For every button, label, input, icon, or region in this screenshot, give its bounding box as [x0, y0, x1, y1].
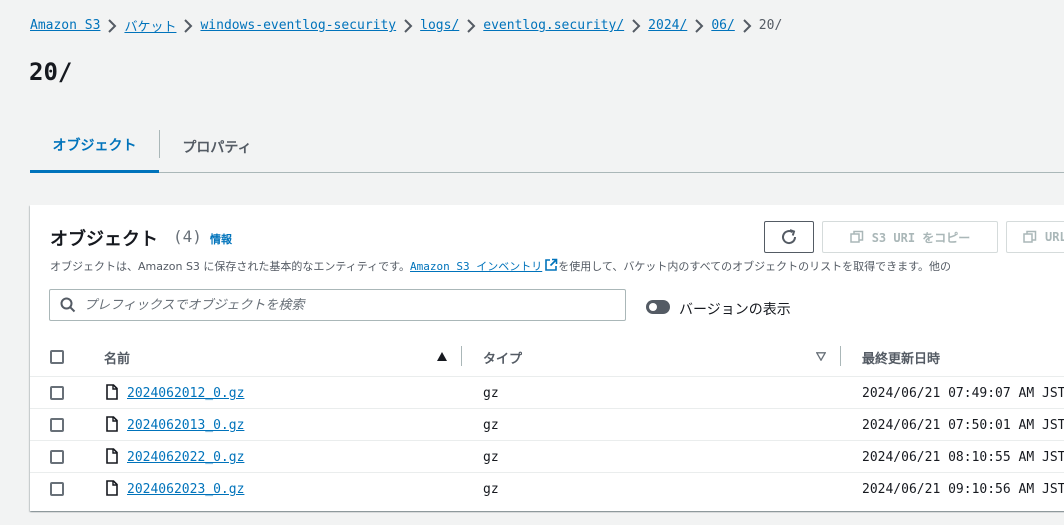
copy-s3-uri-button[interactable]: S3 URI をコピー [822, 221, 998, 253]
objects-table: 名前 タイプ 最終更新日時 2024062012_0.gz gz 2024/06… [30, 338, 1064, 505]
column-header-last-modified[interactable]: 最終更新日時 [862, 348, 940, 367]
breadcrumb: Amazon S3 バケット windows-eventlog-security… [30, 16, 782, 35]
breadcrumb-item-2024[interactable]: 2024/ [648, 18, 687, 33]
external-link-icon [545, 258, 558, 271]
file-type: gz [483, 386, 499, 401]
objects-panel: オブジェクト (4) 情報 S3 URI をコピー URL オブジェクトは、Am… [30, 205, 1064, 511]
file-name-link[interactable]: 2024062012_0.gz [127, 386, 244, 401]
show-versions-toggle[interactable] [646, 300, 670, 314]
row-checkbox[interactable] [50, 418, 64, 432]
file-icon [106, 448, 118, 464]
table-row: 2024062012_0.gz gz 2024/06/21 07:49:07 A… [30, 377, 1064, 409]
refresh-button[interactable] [764, 221, 814, 253]
chevron-right-icon [687, 18, 711, 33]
table-row: 2024062023_0.gz gz 2024/06/21 09:10:56 A… [30, 473, 1064, 505]
toggle-knob [649, 303, 657, 311]
tab-objects[interactable]: オブジェクト [30, 120, 159, 173]
table-header: 名前 タイプ 最終更新日時 [30, 338, 1064, 377]
last-modified: 2024/06/21 09:10:56 AM JST [862, 482, 1064, 497]
file-type: gz [483, 450, 499, 465]
chevron-right-icon [624, 18, 648, 33]
show-versions-label: バージョンの表示 [679, 302, 791, 318]
file-type: gz [483, 482, 499, 497]
last-modified: 2024/06/21 08:10:55 AM JST [862, 450, 1064, 465]
chevron-right-icon [459, 18, 483, 33]
last-modified: 2024/06/21 07:49:07 AM JST [862, 386, 1064, 401]
breadcrumb-item-bucket[interactable]: windows-eventlog-security [200, 18, 396, 33]
tab-properties[interactable]: プロパティ [160, 120, 274, 173]
chevron-right-icon [735, 18, 759, 33]
file-icon [106, 384, 118, 400]
copy-url-button[interactable]: URL [1006, 221, 1064, 253]
chevron-right-icon [396, 18, 420, 33]
row-checkbox[interactable] [50, 386, 64, 400]
select-all-checkbox[interactable] [50, 350, 64, 364]
column-divider[interactable] [461, 346, 462, 366]
info-link[interactable]: 情報 [210, 231, 232, 247]
description-text-suffix: を使用して、バケット内のすべてのオブジェクトのリストを取得できます。他の [558, 260, 952, 273]
breadcrumb-item-logs[interactable]: logs/ [420, 18, 459, 33]
file-icon [106, 480, 118, 496]
row-checkbox[interactable] [50, 482, 64, 496]
chevron-right-icon [100, 18, 124, 33]
search-field [49, 289, 626, 321]
object-count: (4) [173, 227, 202, 246]
table-row: 2024062013_0.gz gz 2024/06/21 07:50:01 A… [30, 409, 1064, 441]
search-icon [60, 297, 76, 313]
chevron-right-icon [176, 18, 200, 33]
row-checkbox[interactable] [50, 450, 64, 464]
tab-bar: オブジェクト プロパティ [30, 120, 1064, 173]
last-modified: 2024/06/21 07:50:01 AM JST [862, 418, 1064, 433]
search-input[interactable] [84, 297, 604, 313]
breadcrumb-item-current: 20/ [758, 18, 783, 33]
breadcrumb-item-buckets[interactable]: バケット [124, 16, 176, 35]
file-name-link[interactable]: 2024062013_0.gz [127, 418, 244, 433]
file-icon [106, 416, 118, 432]
column-header-type[interactable]: タイプ [483, 348, 522, 367]
copy-icon [1023, 230, 1037, 243]
copy-icon [849, 230, 863, 243]
file-type: gz [483, 418, 499, 433]
file-name-link[interactable]: 2024062023_0.gz [127, 482, 244, 497]
copy-s3-uri-label: S3 URI をコピー [871, 230, 971, 245]
breadcrumb-item-eventlog-security[interactable]: eventlog.security/ [483, 18, 624, 33]
table-row: 2024062022_0.gz gz 2024/06/21 08:10:55 A… [30, 441, 1064, 473]
sort-ascending-icon[interactable] [437, 352, 447, 361]
copy-url-label: URL [1045, 230, 1064, 244]
inventory-link[interactable]: Amazon S3 インベントリ [410, 260, 542, 273]
description-text: オブジェクトは、Amazon S3 に保存された基本的なエンティティです。 [50, 260, 411, 273]
breadcrumb-item-amazon-s3[interactable]: Amazon S3 [30, 18, 100, 33]
panel-title: オブジェクト [50, 229, 158, 250]
page-title: 20/ [29, 58, 73, 86]
panel-description: オブジェクトは、Amazon S3 に保存された基本的なエンティティです。Ama… [50, 258, 951, 274]
column-divider[interactable] [840, 346, 841, 366]
refresh-icon [782, 229, 797, 245]
breadcrumb-item-06[interactable]: 06/ [711, 18, 734, 33]
file-name-link[interactable]: 2024062022_0.gz [127, 450, 244, 465]
sort-icon[interactable] [816, 352, 826, 361]
column-header-name[interactable]: 名前 [104, 348, 130, 367]
